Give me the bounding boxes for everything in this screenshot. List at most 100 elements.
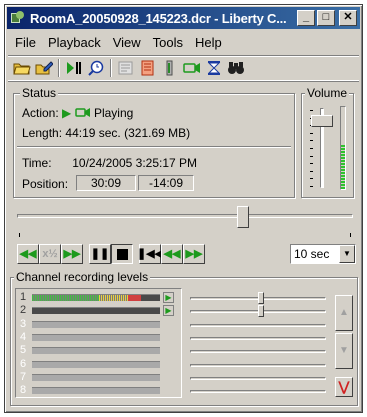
- channel-play-button[interactable]: ▶: [163, 305, 174, 317]
- volume-tick: [310, 110, 313, 111]
- channel-level-clip-fill: [127, 295, 141, 301]
- transport-controls: ◀◀ x½ ▶▶ ❚❚ ❚◀◀ ◀◀ ▶▶: [17, 244, 205, 264]
- app-icon[interactable]: [10, 10, 26, 26]
- open-edit-icon[interactable]: [33, 57, 55, 79]
- slow-play-button[interactable]: x½: [39, 244, 61, 264]
- toolbar: [8, 55, 359, 81]
- scroll-down-button[interactable]: ▼: [335, 333, 353, 369]
- channel-gain-slider[interactable]: [190, 336, 326, 340]
- length-row: Length: 44:19 sec. (321.69 MB): [22, 126, 190, 140]
- minimize-button[interactable]: _: [297, 10, 315, 26]
- channel-meter-panel: 1 ▶ 2 ▶ 3 4 5 6 7 8: [15, 288, 182, 398]
- channel-number: 2: [20, 304, 27, 317]
- window-title: RoomA_20050928_145223.dcr - Liberty C...: [30, 10, 287, 26]
- channel-number: 6: [20, 357, 27, 370]
- channel-row: 2 ▶: [18, 304, 178, 317]
- app-window: RoomA_20050928_145223.dcr - Liberty C...…: [4, 4, 363, 413]
- position-slider-end-tick: [350, 233, 351, 237]
- volume-level-fill: [341, 143, 345, 189]
- channel-row: 8: [18, 384, 178, 397]
- channel-gain-thumb[interactable]: [258, 305, 264, 318]
- channel-level-meter: [32, 294, 160, 301]
- search-clock-icon[interactable]: [85, 57, 107, 79]
- skip-forward-button[interactable]: ▶▶: [183, 244, 205, 264]
- channel-gain-slider[interactable]: [190, 350, 326, 354]
- chevron-down-icon[interactable]: ▼: [339, 245, 355, 263]
- volume-slider-thumb[interactable]: [311, 115, 333, 128]
- channel-level-meter: [32, 307, 160, 315]
- position-remaining: -14:09: [138, 175, 194, 191]
- skip-back-button[interactable]: ◀◀: [161, 244, 183, 264]
- status-group: Status Action: ▶ Playing Length: 44:19 s…: [13, 86, 295, 198]
- menu-tools[interactable]: Tools: [147, 33, 189, 53]
- channel-row: 4: [18, 331, 178, 344]
- timer-icon[interactable]: [203, 57, 225, 79]
- volume-tick: [310, 186, 313, 187]
- channel-number: 3: [20, 317, 27, 330]
- action-row: Action: ▶ Playing: [22, 106, 133, 120]
- expand-channels-button[interactable]: ⋁: [335, 377, 353, 397]
- channel-number: 8: [20, 384, 27, 397]
- mute-icon[interactable]: [159, 57, 181, 79]
- skip-interval-select[interactable]: 10 sec ▼: [290, 244, 356, 264]
- notes-icon[interactable]: [137, 57, 159, 79]
- skip-interval-value: 10 sec: [294, 247, 330, 261]
- volume-tick: [310, 155, 313, 157]
- binoculars-icon[interactable]: [225, 57, 247, 79]
- position-slider-thumb[interactable]: [237, 206, 250, 228]
- channel-gain-slider[interactable]: [190, 376, 326, 380]
- menu-view[interactable]: View: [107, 33, 147, 53]
- position-elapsed: 30:09: [76, 175, 136, 191]
- status-divider: [17, 146, 291, 148]
- go-to-start-button[interactable]: ❚◀◀: [137, 244, 163, 264]
- volume-level-meter: [340, 106, 346, 190]
- volume-tick: [310, 140, 313, 142]
- channel-gain-slider[interactable]: [190, 323, 326, 327]
- record-icon[interactable]: [181, 57, 203, 79]
- channel-gain-thumb[interactable]: [258, 292, 264, 304]
- volume-tick: [310, 178, 313, 180]
- position-slider-track[interactable]: [17, 214, 353, 218]
- channel-row: 3: [18, 318, 178, 331]
- time-value: 10/24/2005 3:25:17 PM: [72, 156, 198, 170]
- channel-level-meter: [32, 387, 160, 395]
- rewind-button[interactable]: ◀◀: [17, 244, 39, 264]
- play-pause-icon[interactable]: [63, 57, 85, 79]
- properties-icon[interactable]: [115, 57, 137, 79]
- menu-help[interactable]: Help: [189, 33, 228, 53]
- volume-tick: [310, 148, 313, 149]
- open-folder-icon[interactable]: [11, 57, 33, 79]
- maximize-button[interactable]: □: [317, 10, 335, 26]
- channel-level-meter: [32, 333, 160, 341]
- pause-button[interactable]: ❚❚: [89, 244, 111, 264]
- scroll-up-button[interactable]: ▲: [335, 295, 353, 331]
- channel-gain-slider[interactable]: [190, 390, 326, 394]
- channel-level-meter: [32, 320, 160, 328]
- channel-number: 7: [20, 370, 27, 383]
- volume-group: Volume: [301, 86, 354, 198]
- channel-number: 1: [20, 291, 27, 303]
- length-value: 44:19 sec. (321.69 MB): [65, 126, 191, 140]
- volume-group-label: Volume: [305, 86, 350, 100]
- channel-level-fill: [32, 295, 141, 301]
- volume-tick: [310, 163, 313, 165]
- time-row: Time: 10/24/2005 3:25:17 PM: [22, 156, 197, 170]
- status-group-label: Status: [20, 86, 59, 100]
- title-bar[interactable]: RoomA_20050928_145223.dcr - Liberty C...…: [7, 7, 360, 29]
- menu-playback[interactable]: Playback: [42, 33, 107, 53]
- channel-row: 1 ▶: [18, 291, 178, 304]
- fast-forward-button[interactable]: ▶▶: [61, 244, 83, 264]
- menu-file[interactable]: File: [9, 33, 42, 53]
- record-icon: [74, 106, 94, 120]
- position-label: Position:: [22, 177, 69, 191]
- play-icon: ▶: [62, 106, 72, 120]
- channel-level-meter: [32, 347, 160, 355]
- channel-play-button[interactable]: ▶: [163, 292, 174, 303]
- channel-row: 5: [18, 344, 178, 357]
- channel-gain-slider[interactable]: [190, 363, 326, 367]
- close-button[interactable]: ✕: [339, 10, 357, 26]
- toolbar-separator: [58, 59, 60, 77]
- channel-level-meter: [32, 360, 160, 368]
- length-label: Length:: [22, 126, 63, 140]
- stop-button[interactable]: [111, 244, 133, 264]
